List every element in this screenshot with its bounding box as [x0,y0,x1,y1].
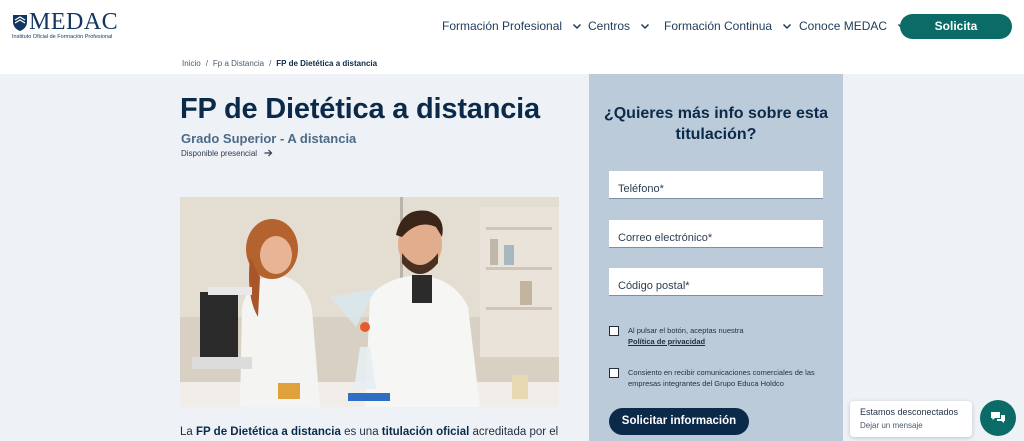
chat-offline-card[interactable]: Estamos desconectados Dejar un mensaje [850,401,972,437]
privacy-consent-label: Al pulsar el botón, aceptas nuestra [628,326,744,335]
marketing-checkbox[interactable] [609,368,619,378]
email-field[interactable] [609,220,823,248]
medac-logo[interactable]: MEDAC Instituto Oficial de Formación Pro… [12,9,132,44]
breadcrumb-inicio[interactable]: Inicio [182,59,201,68]
disponible-presencial-link[interactable]: Disponible presencial [181,149,273,158]
breadcrumb-separator: / [269,59,272,68]
page-title: FP de Dietética a distancia [180,93,540,125]
nav-label: Formación Profesional [442,19,563,33]
course-hero-image [180,197,559,407]
chevron-down-icon [573,23,582,30]
chat-status: Estamos desconectados [860,407,959,417]
intro-text: La [180,426,196,438]
postal-code-field[interactable] [609,268,823,296]
page-subtitle: Grado Superior - A distancia [181,131,357,146]
availability-label: Disponible presencial [181,149,258,158]
nav-formacion-continua[interactable]: Formación Continua [664,19,793,33]
nav-label: Centros [588,19,631,33]
chat-bubble-icon [991,412,1005,423]
privacy-checkbox[interactable] [609,326,619,336]
logo-wordmark: MEDAC [29,9,119,35]
intro-text: acreditada por el [469,426,559,438]
chat-leave-message: Dejar un mensaje [860,421,923,430]
nav-centros[interactable]: Centros [588,19,651,33]
breadcrumb: Inicio / Fp a Distancia / FP de Dietética a … [182,59,377,68]
nav-conoce-medac[interactable]: Conoce MEDAC [799,19,908,33]
info-request-form: ¿Quieres más info sobre esta titulación?… [589,74,843,441]
nav-label: Formación Continua [664,19,773,33]
breadcrumb-bar: Inicio / Fp a Distancia / FP de Dietética a … [0,54,1024,74]
chat-launcher-button[interactable] [980,400,1016,436]
marketing-consent-text: Consiento en recibir comunicaciones come… [628,368,815,388]
nav-label: Conoce MEDAC [799,19,888,33]
form-title: ¿Quieres más info sobre esta titulación? [603,105,829,143]
chevron-down-icon [641,23,650,30]
breadcrumb-current: FP de Dietética a distancia [276,59,378,68]
nav-formacion-profesional[interactable]: Formación Profesional [442,19,583,33]
chevron-down-icon [783,23,792,30]
logo-tagline: Instituto Oficial de Formación Profesion… [12,34,113,40]
privacy-consent-text: Al pulsar el botón, aceptas nuestra Polí… [628,325,828,347]
intro-text: es una [340,426,382,438]
breadcrumb-fp-distancia[interactable]: Fp a Distancia [213,59,264,68]
intro-bold: titulación oficial [381,426,470,438]
phone-field[interactable] [609,171,823,199]
shield-logo-icon [13,15,27,31]
solicitar-informacion-button[interactable]: Solicitar información [609,408,749,435]
arrow-right-icon [264,149,273,157]
course-intro-text: La FP de Dietética a distancia es una ti… [180,426,558,438]
site-header: MEDAC Instituto Oficial de Formación Pro… [0,0,1024,58]
lab-photo-illustration [180,197,559,407]
intro-bold: FP de Dietética a distancia [196,426,341,438]
privacy-policy-link[interactable]: Política de privacidad [628,336,828,347]
solicita-informacion-button[interactable]: Solicita información [900,14,1012,58]
breadcrumb-separator: / [205,59,208,68]
